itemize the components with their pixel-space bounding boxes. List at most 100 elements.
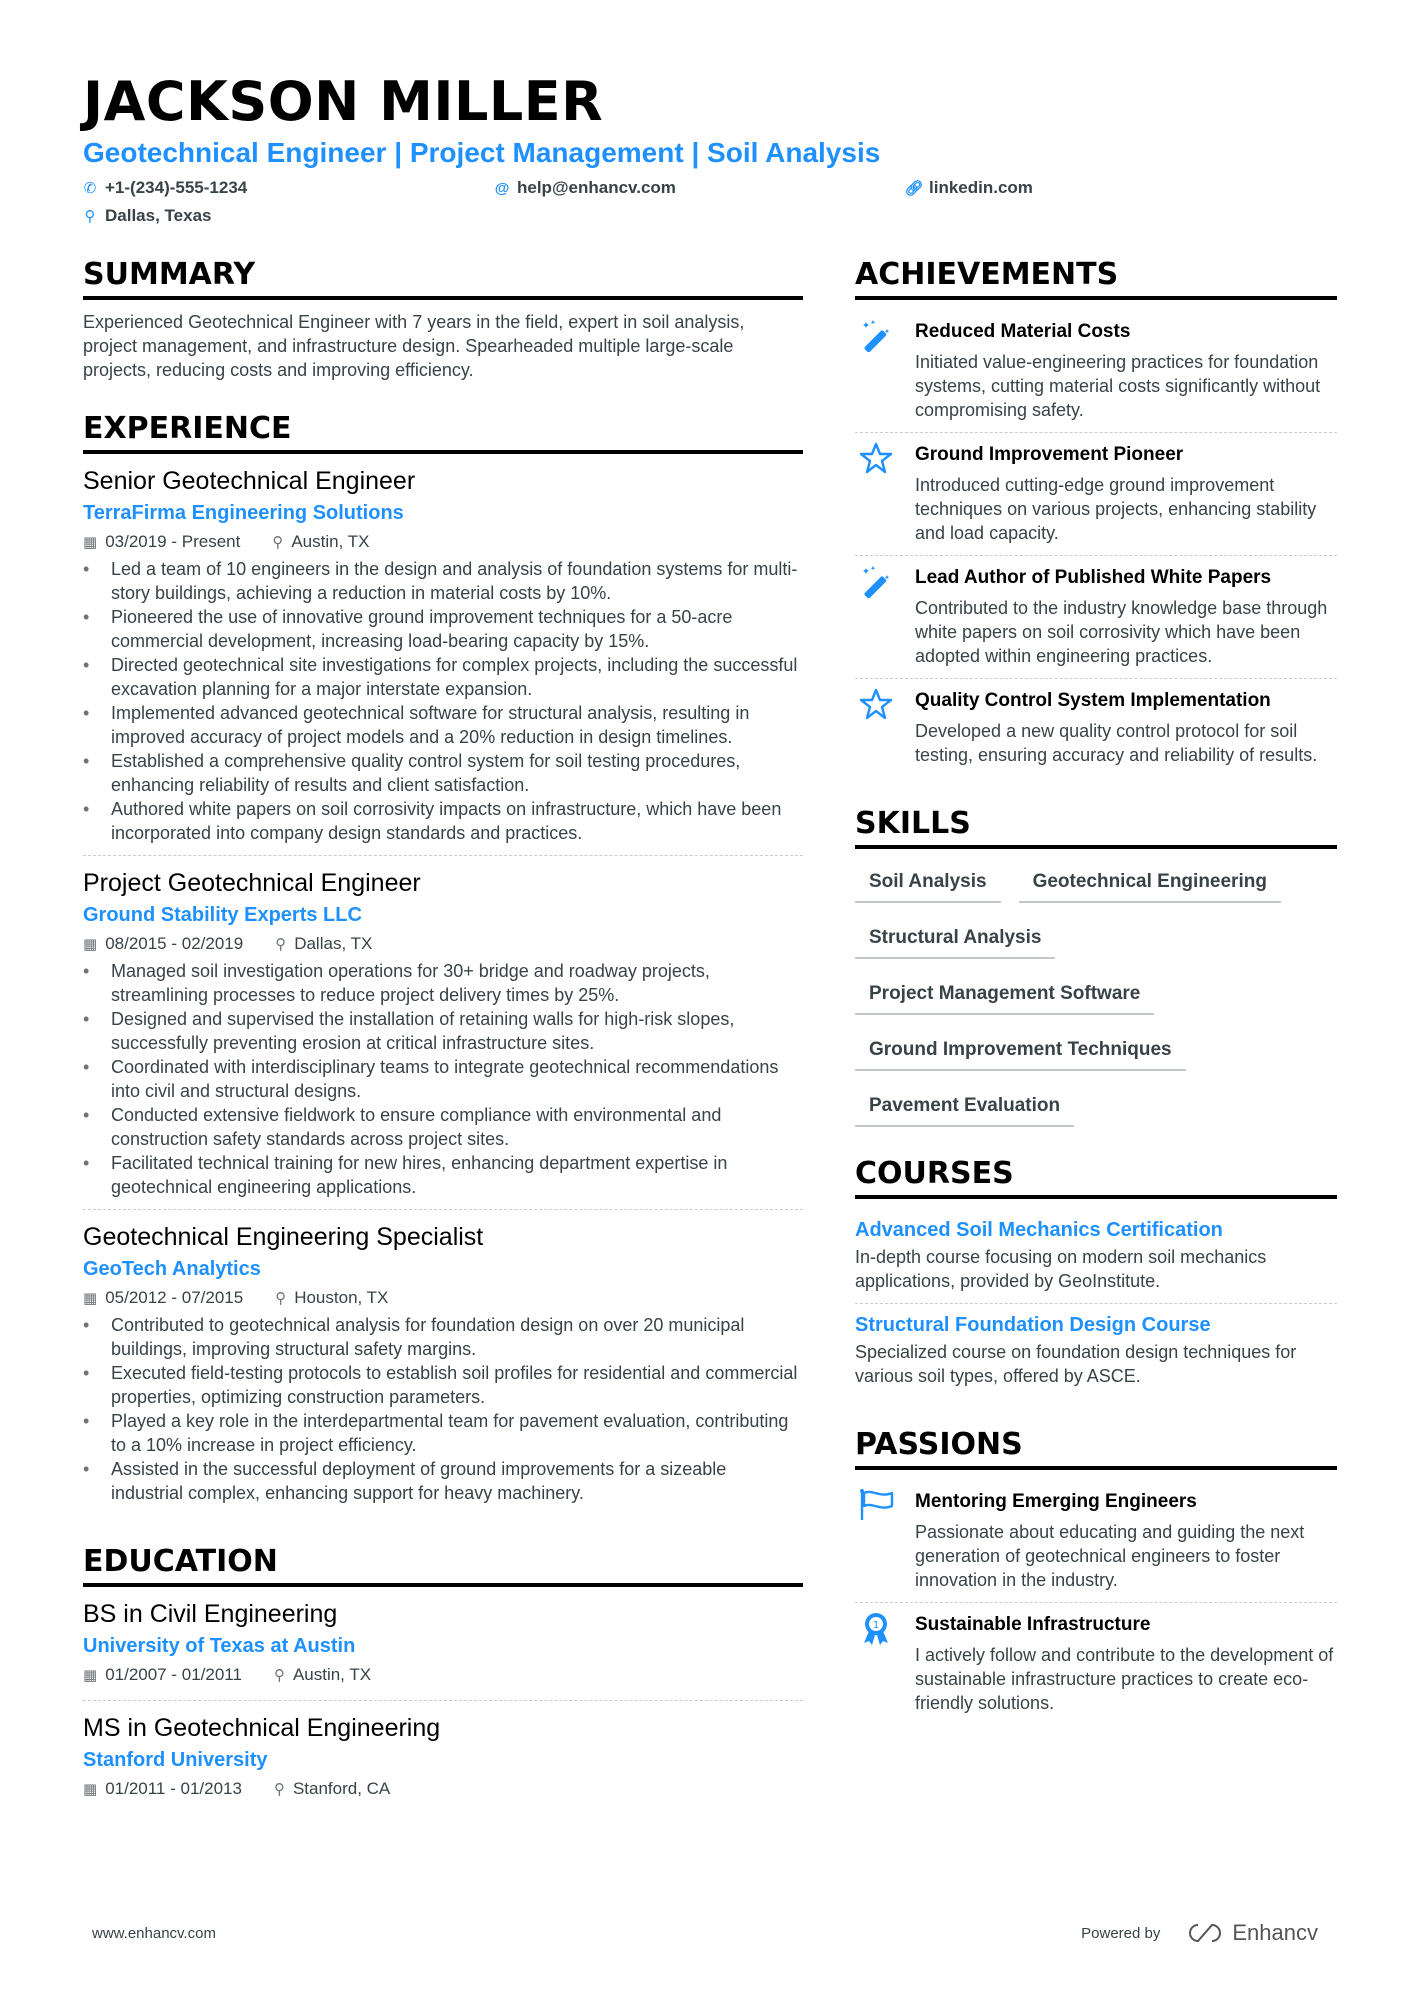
skill-tag: Ground Improvement Techniques	[855, 1033, 1186, 1071]
bullet-list: Managed soil investigation operations fo…	[83, 959, 803, 1199]
education-entry: MS in Geotechnical Engineering Stanford U…	[83, 1711, 803, 1814]
section-title: SKILLS	[855, 805, 1337, 849]
skills-section: SKILLS Soil Analysis Geotechnical Enginee…	[855, 805, 1337, 1127]
bullet-item: Established a comprehensive quality cont…	[83, 749, 803, 797]
passions-section: PASSIONS Mentoring Emerging Engineers Pas…	[855, 1426, 1337, 1725]
company-name[interactable]: Ground Stability Experts LLC	[83, 900, 803, 930]
school-name[interactable]: Stanford University	[83, 1745, 803, 1775]
website-link[interactable]: www.enhancv.com	[92, 1925, 216, 1942]
star-icon	[855, 441, 897, 545]
bullet-item: Facilitated technical training for new h…	[83, 1151, 803, 1199]
course-title[interactable]: Structural Foundation Design Course	[855, 1310, 1337, 1340]
left-column: SUMMARY Experienced Geotechnical Enginee…	[83, 256, 803, 1842]
school-name[interactable]: University of Texas at Austin	[83, 1631, 803, 1661]
achievement-body: Quality Control System Implementation Dev…	[915, 687, 1337, 767]
phone-icon: ✆	[83, 180, 97, 197]
course-desc: In-depth course focusing on modern soil …	[855, 1247, 1267, 1291]
headline: Geotechnical Engineer | Project Manageme…	[83, 137, 881, 168]
achievement-body: Lead Author of Published White Papers Con…	[915, 564, 1337, 668]
course-desc: Specialized course on foundation design …	[855, 1342, 1297, 1386]
course-title[interactable]: Advanced Soil Mechanics Certification	[855, 1215, 1337, 1245]
achievement-desc: Contributed to the industry knowledge ba…	[915, 598, 1328, 666]
email[interactable]: @ help@enhancv.com	[495, 176, 907, 200]
calendar-icon: ▦	[83, 534, 98, 551]
bullet-list: Contributed to geotechnical analysis for…	[83, 1313, 803, 1505]
calendar-icon: ▦	[83, 1290, 98, 1307]
date-range: ▦ 01/2007 - 01/2011	[83, 1661, 242, 1690]
bullet-item: Executed field-testing protocols to esta…	[83, 1361, 803, 1409]
date-location: ▦ 05/2012 - 07/2015 ⚲ Houston, TX	[83, 1284, 803, 1313]
date-text: 05/2012 - 07/2015	[105, 1288, 244, 1307]
job-location: ⚲ Stanford, CA	[274, 1775, 390, 1804]
company-name[interactable]: TerraFirma Engineering Solutions	[83, 498, 803, 528]
enhancv-logo-icon	[1189, 1923, 1222, 1943]
section-title: PASSIONS	[855, 1426, 1337, 1470]
achievement-desc: Developed a new quality control protocol…	[915, 721, 1318, 765]
job-location: ⚲ Houston, TX	[275, 1284, 388, 1313]
education-section: EDUCATION BS in Civil Engineering Univers…	[83, 1543, 803, 1814]
job-location: ⚲ Dallas, TX	[275, 930, 372, 959]
courses-section: COURSES Advanced Soil Mechanics Certific…	[855, 1155, 1337, 1398]
skill-tag: Pavement Evaluation	[855, 1089, 1075, 1127]
company-name[interactable]: GeoTech Analytics	[83, 1254, 803, 1284]
passion-title: Mentoring Emerging Engineers	[915, 1491, 1197, 1512]
date-text: 01/2007 - 01/2011	[105, 1665, 242, 1684]
date-range: ▦ 05/2012 - 07/2015	[83, 1284, 243, 1313]
job-entry: Project Geotechnical Engineer Ground Stab…	[83, 866, 803, 1210]
course-item: Structural Foundation Design Course Speci…	[855, 1304, 1337, 1398]
achievements-section: ACHIEVEMENTS Reduced Material Costs Initi…	[855, 256, 1337, 777]
location-text: Dallas, TX	[294, 934, 373, 953]
enhancv-logo[interactable]: Enhancv	[1186, 1920, 1318, 1946]
date-text: 03/2019 - Present	[105, 532, 241, 551]
date-text: 08/2015 - 02/2019	[105, 934, 244, 953]
bullet-item: Played a key role in the interdepartment…	[83, 1409, 803, 1457]
passion-desc: I actively follow and contribute to the …	[915, 1645, 1334, 1713]
skill-tag: Structural Analysis	[855, 921, 1056, 959]
location-pin-icon: ⚲	[275, 1290, 287, 1307]
date-range: ▦ 08/2015 - 02/2019	[83, 930, 243, 959]
location-pin-icon: ⚲	[84, 208, 96, 225]
skill-tag: Project Management Software	[855, 977, 1155, 1015]
phone: ✆ +1-(234)-555-1234	[83, 178, 248, 197]
bullet-list: Led a team of 10 engineers in the design…	[83, 557, 803, 845]
date-location: ▦ 08/2015 - 02/2019 ⚲ Dallas, TX	[83, 930, 803, 959]
job-title: Project Geotechnical Engineer	[83, 869, 421, 897]
footer: www.enhancv.com Powered by Enhancv	[92, 1920, 1318, 1946]
bullet-item: Assisted in the successful deployment of…	[83, 1457, 803, 1505]
date-location: ▦ 01/2007 - 01/2011 ⚲ Austin, TX	[83, 1661, 803, 1690]
bullet-item: Conducted extensive fieldwork to ensure …	[83, 1103, 803, 1151]
degree: MS in Geotechnical Engineering	[83, 1714, 441, 1742]
bullet-item: Directed geotechnical site investigation…	[83, 653, 803, 701]
passion-item: 1 Sustainable Infrastructure I actively fo…	[855, 1603, 1337, 1725]
bullet-item: Managed soil investigation operations fo…	[83, 959, 803, 1007]
powered-by-label: Powered by	[1081, 1924, 1161, 1942]
magic-wand-icon	[855, 564, 897, 668]
right-column: ACHIEVEMENTS Reduced Material Costs Initi…	[855, 256, 1337, 1842]
calendar-icon: ▦	[83, 1667, 98, 1684]
achievement-title: Ground Improvement Pioneer	[915, 444, 1184, 465]
candidate-name: JACKSON MILLER	[83, 70, 604, 133]
location-pin-icon: ⚲	[273, 1781, 285, 1798]
award-ribbon-icon: 1	[855, 1611, 897, 1715]
achievement-item: Quality Control System Implementation Dev…	[855, 679, 1337, 777]
job-title: Senior Geotechnical Engineer	[83, 467, 416, 495]
linkedin-link[interactable]: 🔗︎ linkedin.com	[904, 176, 1307, 200]
date-location: ▦ 03/2019 - Present ⚲ Austin, TX	[83, 528, 803, 557]
section-title: COURSES	[855, 1155, 1337, 1199]
achievement-desc: Initiated value-engineering practices fo…	[915, 352, 1321, 420]
location-text: Stanford, CA	[292, 1779, 391, 1798]
job-title: Geotechnical Engineering Specialist	[83, 1223, 484, 1251]
achievement-title: Quality Control System Implementation	[915, 690, 1271, 711]
passion-title: Sustainable Infrastructure	[915, 1614, 1151, 1635]
skill-tag: Soil Analysis	[855, 865, 1001, 903]
achievement-desc: Introduced cutting-edge ground improveme…	[915, 475, 1317, 543]
bullet-item: Contributed to geotechnical analysis for…	[83, 1313, 803, 1361]
at-icon: @	[494, 179, 510, 197]
resume-page: JACKSON MILLER Geotechnical Engineer | P…	[83, 70, 1337, 1842]
location-pin-icon: ⚲	[275, 936, 287, 953]
experience-section: EXPERIENCE Senior Geotechnical Engineer T…	[83, 410, 803, 1515]
location: ⚲ Dallas, Texas	[84, 206, 212, 225]
bullet-item: Coordinated with interdisciplinary teams…	[83, 1055, 803, 1103]
passion-body: Sustainable Infrastructure I actively fol…	[915, 1611, 1337, 1715]
location-text: Austin, TX	[292, 1665, 372, 1684]
